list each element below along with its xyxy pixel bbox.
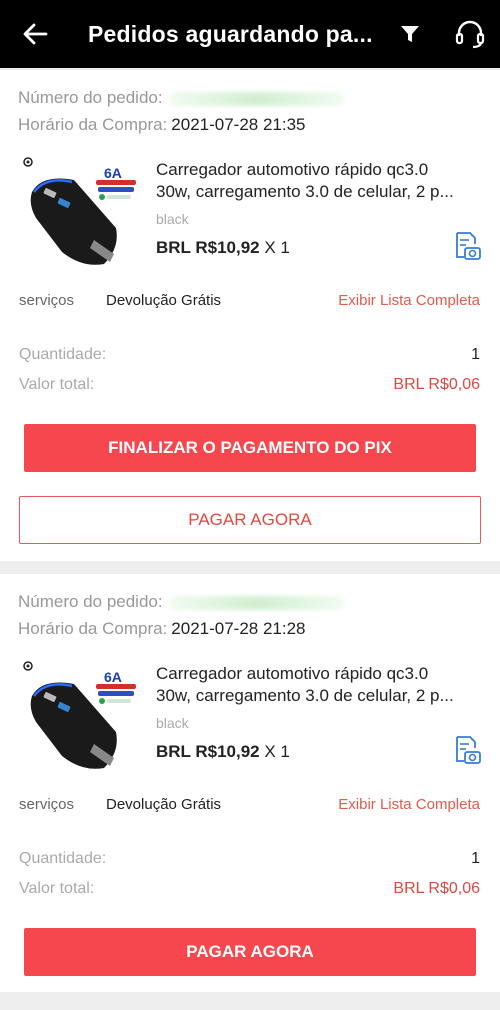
- quantity-label: Quantidade:: [19, 346, 107, 363]
- purchase-time-label: Horário da Compra:: [18, 619, 168, 638]
- snapshot-button[interactable]: [450, 230, 482, 262]
- order-card: Número do pedido: Horário da Compra: 2021…: [0, 70, 500, 561]
- back-button[interactable]: [0, 0, 70, 68]
- pay-now-button[interactable]: PAGAR AGORA: [24, 928, 476, 976]
- headset-icon: [455, 20, 485, 49]
- product-thumbnail[interactable]: 6A: [18, 660, 138, 780]
- order-number-redacted: [168, 595, 344, 610]
- product-badge: 6A: [104, 165, 122, 181]
- order-number-redacted: [168, 91, 344, 106]
- services-value: Devolução Grátis: [106, 292, 222, 309]
- order-number-row: Número do pedido:: [18, 88, 344, 108]
- product-price: BRL R$10,92: [156, 742, 260, 761]
- top-bar: Pedidos aguardando pa...: [0, 0, 500, 68]
- quantity-value: 1: [471, 346, 480, 363]
- product-price: BRL R$10,92: [156, 238, 260, 257]
- quantity-label: Quantidade:: [19, 850, 107, 867]
- order-number-label: Número do pedido:: [18, 88, 163, 107]
- services-label: serviços: [19, 796, 75, 813]
- purchase-time-row: Horário da Compra: 2021-07-28 21:35: [18, 115, 306, 135]
- quantity-value: 1: [471, 850, 480, 867]
- product-variant: black: [156, 211, 189, 227]
- total-label: Valor total:: [19, 880, 95, 897]
- total-value: BRL R$0,06: [393, 880, 480, 897]
- product-quantity: X 1: [264, 742, 290, 761]
- product-badge: 6A: [104, 669, 122, 685]
- snapshot-button[interactable]: [450, 734, 482, 766]
- snapshot-icon: [456, 232, 481, 260]
- product-thumbnail[interactable]: 6A: [18, 156, 138, 276]
- purchase-time-value: 2021-07-28 21:35: [171, 115, 306, 134]
- product-name-line1: Carregador automotivo rápido qc3.0: [156, 664, 429, 683]
- filter-button[interactable]: [380, 0, 440, 68]
- product-name[interactable]: Carregador automotivo rápido qc3.0 30w, …: [156, 159, 476, 203]
- order-card: Número do pedido: Horário da Compra: 2021…: [0, 574, 500, 992]
- product-name-line2: 30w, carregamento 3.0 de celular, 2 p...: [156, 686, 454, 705]
- purchase-time-row: Horário da Compra: 2021-07-28 21:28: [18, 619, 306, 639]
- product-name-line1: Carregador automotivo rápido qc3.0: [156, 160, 429, 179]
- filter-icon: [401, 26, 419, 42]
- total-label: Valor total:: [19, 376, 95, 393]
- order-number-label: Número do pedido:: [18, 592, 163, 611]
- services-value: Devolução Grátis: [106, 796, 222, 813]
- purchase-time-label: Horário da Compra:: [18, 115, 168, 134]
- arrow-left-icon: [23, 23, 48, 45]
- product-variant: black: [156, 715, 189, 731]
- purchase-time-value: 2021-07-28 21:28: [171, 619, 306, 638]
- pay-now-button[interactable]: PAGAR AGORA: [19, 496, 481, 544]
- pix-payment-button[interactable]: FINALIZAR O PAGAMENTO DO PIX: [24, 424, 476, 472]
- total-value: BRL R$0,06: [393, 376, 480, 393]
- snapshot-icon: [456, 736, 481, 764]
- support-button[interactable]: [440, 0, 500, 68]
- page-title: Pedidos aguardando pa...: [88, 20, 373, 47]
- order-number-row: Número do pedido:: [18, 592, 344, 612]
- services-label: serviços: [19, 292, 75, 309]
- product-price-row: BRL R$10,92 X 1: [156, 238, 290, 258]
- full-list-link[interactable]: Exibir Lista Completa: [338, 796, 480, 813]
- product-quantity: X 1: [264, 238, 290, 257]
- product-price-row: BRL R$10,92 X 1: [156, 742, 290, 762]
- product-name-line2: 30w, carregamento 3.0 de celular, 2 p...: [156, 182, 454, 201]
- full-list-link[interactable]: Exibir Lista Completa: [338, 292, 480, 309]
- product-name[interactable]: Carregador automotivo rápido qc3.0 30w, …: [156, 663, 476, 707]
